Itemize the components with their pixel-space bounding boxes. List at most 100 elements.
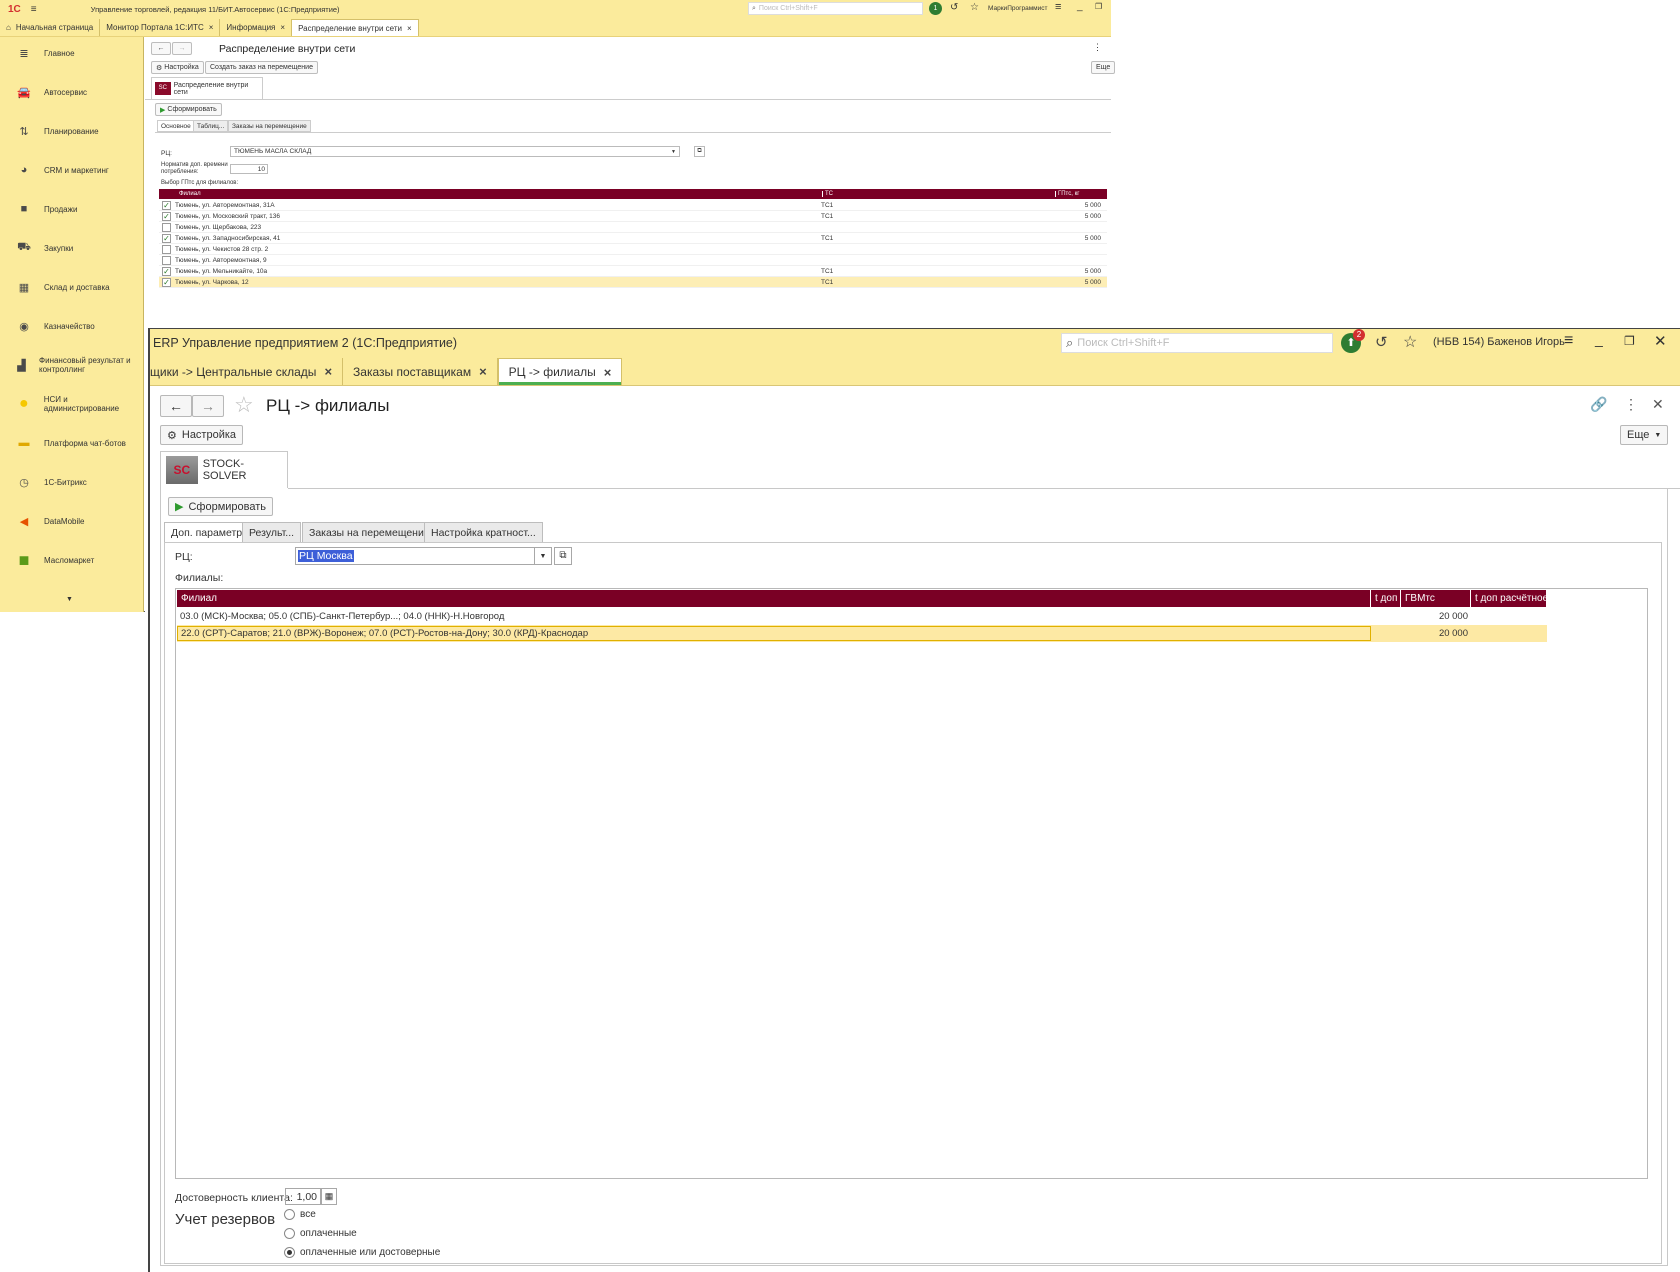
calculator-icon[interactable]: ▦ xyxy=(321,1188,337,1205)
favorite-star-icon[interactable]: ☆ xyxy=(234,392,254,418)
col-branch[interactable]: Филиал xyxy=(179,191,822,197)
back-subtab-orders[interactable]: Заказы на перемещение xyxy=(228,120,311,132)
back-report-tab[interactable]: SC Распределение внутри сети xyxy=(151,77,263,99)
close-icon[interactable]: × xyxy=(209,23,214,32)
generate-button[interactable]: ▶ Сформировать xyxy=(168,497,274,516)
table-row[interactable]: Тюмень, ул. Чекистов 28 стр. 2 xyxy=(159,244,1107,255)
create-transfer-order-button[interactable]: Создать заказ на перемещение xyxy=(205,61,318,74)
sidebar-scroll-down-icon[interactable]: ▼ xyxy=(66,596,73,603)
tab-information[interactable]: Информация × xyxy=(220,19,293,36)
settings-menu-icon[interactable]: ≡ xyxy=(1564,332,1573,350)
tab-supplier-orders[interactable]: Заказы поставщикам × xyxy=(343,358,498,385)
subtab-results[interactable]: Результ... xyxy=(242,522,302,543)
reserve-option-all[interactable]: все xyxy=(284,1209,316,1220)
reserve-option-paid[interactable]: оплаченные xyxy=(284,1228,357,1239)
minimize-icon[interactable]: _ xyxy=(1077,1,1083,12)
more-actions-icon[interactable]: ⋮ xyxy=(1624,396,1638,413)
sidebar-item-chatbots[interactable]: ▬ Платформа чат-ботов xyxy=(0,427,144,459)
sidebar-item-autoservice[interactable]: 🚘 Автосервис xyxy=(0,76,144,108)
hamburger-menu-icon[interactable]: ≡ xyxy=(31,4,37,15)
reliability-input[interactable]: 1,00 xyxy=(285,1188,321,1205)
front-user-name[interactable]: (НБВ 154) Баженов Игорь xyxy=(1433,336,1565,348)
tab-central-warehouses[interactable]: щики -> Центральные склады × xyxy=(150,358,344,385)
checkbox-checked-icon[interactable]: ✓ xyxy=(162,277,171,287)
sidebar-item-financial[interactable]: ▟ Финансовый результат и контроллинг xyxy=(0,349,144,381)
rc-dropdown-button[interactable]: ▼ xyxy=(535,547,552,565)
close-icon[interactable]: ✕ xyxy=(1654,332,1667,350)
settings-button[interactable]: ⚙ Настройка xyxy=(160,425,244,445)
close-form-icon[interactable]: ✕ xyxy=(1652,396,1664,413)
checkbox-checked-icon[interactable]: ✓ xyxy=(162,266,171,276)
col-gvm[interactable]: ГВМтс xyxy=(1401,590,1471,607)
back-generate-button[interactable]: ▶ Сформировать xyxy=(155,103,222,116)
tab-distribution[interactable]: Распределение внутри сети × xyxy=(292,19,419,36)
table-row[interactable]: ✓ Тюмень, ул. Чаркова, 12 ТС1 5 000 xyxy=(159,277,1107,288)
notifications-icon[interactable]: ⬆ 2 xyxy=(1341,329,1365,353)
back-user-name[interactable]: МаркиПрограммист xyxy=(988,5,1048,12)
back-nav-forward-button[interactable]: → xyxy=(172,42,192,55)
checkbox-icon[interactable] xyxy=(162,255,171,265)
close-icon[interactable]: × xyxy=(407,24,412,33)
sidebar-item-main[interactable]: ≣ Главное xyxy=(0,37,144,69)
tab-its-monitor[interactable]: Монитор Портала 1С:ИТС × xyxy=(100,19,221,36)
table-row[interactable]: Тюмень, ул. Щербакова, 223 xyxy=(159,222,1107,233)
table-row[interactable]: Тюмень, ул. Авторемонтная, 9 xyxy=(159,255,1107,266)
sidebar-item-purchases[interactable]: ⛟ Закупки xyxy=(0,232,144,264)
front-search-input[interactable]: ⌕ Поиск Ctrl+Shift+F xyxy=(1061,333,1333,353)
back-norm-input[interactable]: 10 xyxy=(230,164,268,174)
settings-menu-icon[interactable]: ≡ xyxy=(1055,1,1061,13)
notifications-icon[interactable]: 1 xyxy=(929,2,942,15)
report-tab-stock-solver[interactable]: SC STOCK-SOLVER xyxy=(160,451,288,488)
checkbox-icon[interactable] xyxy=(162,244,171,254)
back-rc-field[interactable]: ТЮМЕНЬ МАСЛА СКЛАД ▼ xyxy=(230,146,680,157)
table-row[interactable]: ✓ Тюмень, ул. Московский тракт, 136 ТС1 5 0… xyxy=(159,211,1107,222)
history-icon[interactable]: ↺ xyxy=(950,2,958,13)
table-row[interactable]: ✓ Тюмень, ул. Авторемонтная, 31А ТС1 5 000 xyxy=(159,200,1107,211)
maximize-icon[interactable]: ❐ xyxy=(1095,2,1102,11)
rc-field[interactable]: РЦ Москва xyxy=(295,547,535,565)
back-nav-back-button[interactable]: ← xyxy=(151,42,171,55)
tab-rc-branches[interactable]: РЦ -> филиалы × xyxy=(497,358,623,385)
dropdown-icon[interactable]: ▼ xyxy=(671,149,676,155)
nav-back-button[interactable]: ← xyxy=(160,395,192,417)
back-more-actions-icon[interactable]: ⋮ xyxy=(1093,42,1102,53)
restore-icon[interactable]: ❐ xyxy=(1624,334,1635,348)
table-row[interactable]: ✓ Тюмень, ул. Западносибирская, 41 ТС1 5 00… xyxy=(159,233,1107,244)
back-subtab-main[interactable]: Основное xyxy=(157,120,195,132)
rc-open-button[interactable]: ⧉ xyxy=(554,547,572,565)
history-icon[interactable]: ↺ xyxy=(1375,333,1388,351)
star-icon[interactable]: ☆ xyxy=(1403,332,1417,352)
minimize-icon[interactable]: _ xyxy=(1595,331,1603,347)
nav-forward-button[interactable]: → xyxy=(192,395,224,417)
sidebar-item-nsi[interactable]: ● НСИ и администрирование xyxy=(0,388,144,420)
sidebar-item-datamobile[interactable]: ◀ DataMobile xyxy=(0,505,144,537)
col-t-dop[interactable]: t доп xyxy=(1371,590,1401,607)
sidebar-item-crm[interactable]: ◕ CRM и маркетинг xyxy=(0,154,144,186)
close-icon[interactable]: × xyxy=(280,23,285,32)
close-icon[interactable]: × xyxy=(324,364,332,379)
checkbox-checked-icon[interactable]: ✓ xyxy=(162,200,171,210)
star-icon[interactable]: ☆ xyxy=(970,2,979,13)
subtab-transfer-orders[interactable]: Заказы на перемещение xyxy=(302,522,437,543)
checkbox-checked-icon[interactable]: ✓ xyxy=(162,233,171,243)
back-search-input[interactable]: ⌕ Поиск Ctrl+Shift+F xyxy=(748,2,923,15)
tab-home[interactable]: ⌂ Начальная страница xyxy=(0,19,101,36)
sidebar-item-sales[interactable]: ■ Продажи xyxy=(0,193,144,225)
link-icon[interactable]: 🔗 xyxy=(1590,396,1607,413)
back-subtab-table[interactable]: Таблиц... xyxy=(193,120,229,132)
sidebar-item-treasury[interactable]: ◉ Казначейство xyxy=(0,310,144,342)
checkbox-icon[interactable] xyxy=(162,222,171,232)
table-row[interactable]: 03.0 (МСК)-Москва; 05.0 (СПБ)-Санкт-Пете… xyxy=(177,608,1547,625)
col-t-dop-calc[interactable]: t доп расчётное xyxy=(1471,590,1548,607)
sidebar-item-warehouse[interactable]: ▦ Склад и доставка xyxy=(0,271,144,303)
table-row[interactable]: 22.0 (СРТ)-Саратов; 21.0 (ВРЖ)-Воронеж; … xyxy=(177,625,1547,642)
col-branch[interactable]: Филиал xyxy=(177,590,1371,607)
table-row[interactable]: ✓ Тюмень, ул. Мельникайте, 10а ТС1 5 000 xyxy=(159,266,1107,277)
close-icon[interactable]: × xyxy=(479,364,487,379)
more-button[interactable]: Еще ▼ xyxy=(1620,425,1669,445)
sidebar-item-planning[interactable]: ⇅ Планирование xyxy=(0,115,144,147)
sidebar-item-bitrix[interactable]: ◷ 1С-Битрикс xyxy=(0,466,144,498)
back-settings-button[interactable]: ⚙ Настройка xyxy=(151,61,204,74)
sidebar-item-maslomarket[interactable]: ■ Масломаркет xyxy=(0,544,144,576)
back-rc-open-icon[interactable]: ⧉ xyxy=(694,146,705,157)
